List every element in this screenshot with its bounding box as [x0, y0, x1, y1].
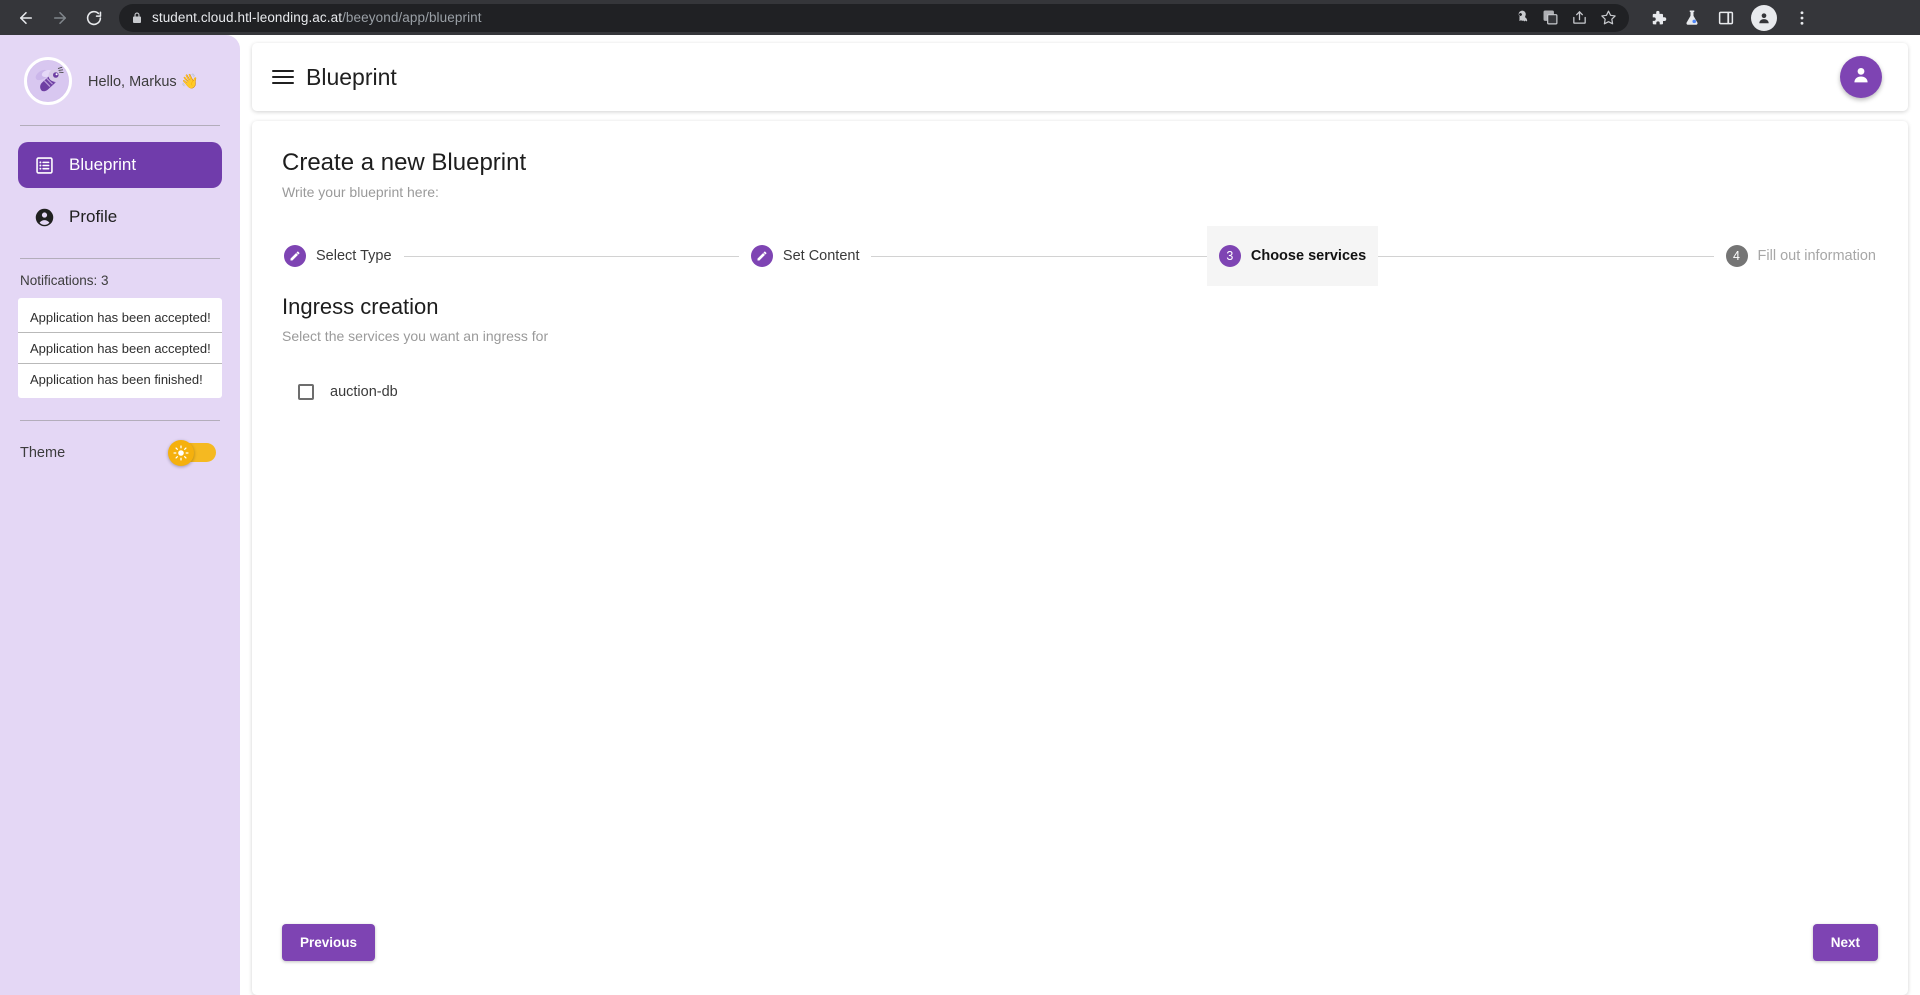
app-title: Blueprint [306, 63, 397, 90]
more-menu-icon[interactable] [1793, 9, 1811, 27]
sidebar-divider-top [20, 125, 220, 126]
app-topbar: Blueprint [252, 43, 1908, 111]
bookmark-star-icon[interactable] [1600, 9, 1617, 26]
theme-toggle[interactable] [168, 439, 216, 466]
edit-pencil-icon [284, 245, 306, 267]
wizard-footer: Previous Next [252, 924, 1908, 995]
app-root: Hello, Markus 👋 Blueprint Profile Notifi… [0, 35, 1920, 995]
greeting-text: Hello, Markus 👋 [88, 73, 199, 90]
page-subtitle: Write your blueprint here: [282, 184, 439, 200]
url-domain: student.cloud.htl-leonding.ac.at [152, 10, 343, 25]
step-label: Select Type [316, 248, 392, 264]
address-bar[interactable]: student.cloud.htl-leonding.ac.at/beeyond… [119, 3, 1629, 32]
page-title: Create a new Blueprint [282, 149, 527, 176]
step-choose-services[interactable]: 3 Choose services [1206, 226, 1379, 286]
step-connector [1378, 255, 1714, 257]
browser-toolbar: student.cloud.htl-leonding.ac.at/beeyond… [0, 0, 1920, 35]
browser-extensions-area [1649, 4, 1811, 31]
account-circle-icon [34, 207, 55, 228]
previous-button[interactable]: Previous [282, 924, 376, 961]
ingress-creation-panel: Ingress creation Select the services you… [252, 286, 1908, 924]
hamburger-menu-icon[interactable] [272, 70, 294, 84]
wizard-stepper: Select Type Set Content 3 Choose service… [252, 226, 1908, 286]
step-label: Set Content [782, 248, 860, 264]
panel-title: Ingress creation [282, 294, 439, 319]
list-alt-icon [34, 155, 55, 176]
translate-icon[interactable] [1542, 9, 1559, 26]
share-icon[interactable] [1571, 9, 1588, 26]
blueprint-wizard-card: Create a new Blueprint Write your bluepr… [252, 121, 1908, 995]
sidebar-divider-bottom [20, 420, 220, 421]
omnibox-actions [1513, 9, 1617, 26]
notification-item[interactable]: Application has been accepted! [18, 302, 222, 333]
sun-icon [173, 444, 189, 461]
sidebar-item-profile[interactable]: Profile [18, 194, 222, 240]
labs-flask-icon[interactable] [1683, 9, 1701, 27]
panel-subtitle: Select the services you want an ingress … [282, 328, 549, 344]
arrow-left-icon [17, 9, 35, 27]
edit-pencil-icon [750, 245, 773, 267]
service-label: auction-db [330, 384, 398, 400]
theme-toggle-knob [168, 439, 194, 466]
bee-avatar [24, 57, 72, 105]
wizard-header: Create a new Blueprint Write your bluepr… [252, 149, 1908, 200]
sidebar-divider-mid [20, 258, 220, 259]
sidebar-item-blueprint[interactable]: Blueprint [18, 142, 222, 188]
sidebar-item-label: Profile [69, 207, 118, 226]
url-path: /beeyond/app/blueprint [342, 10, 482, 25]
notification-item[interactable]: Application has been accepted! [18, 333, 222, 364]
reload-icon [85, 9, 103, 27]
lock-icon [131, 12, 143, 24]
step-set-content[interactable]: Set Content [739, 226, 872, 286]
step-select-type[interactable]: Select Type [272, 226, 404, 286]
theme-setting-row: Theme [18, 421, 222, 466]
back-button[interactable] [10, 2, 42, 34]
service-list: auction-db [282, 378, 1878, 406]
notifications-count: Notifications: 3 [20, 273, 109, 288]
sidebar-item-label: Blueprint [69, 155, 137, 174]
url-text: student.cloud.htl-leonding.ac.at/beeyond… [152, 10, 482, 25]
user-avatar-button[interactable] [1840, 56, 1882, 98]
sidebar-nav: Blueprint Profile [18, 126, 222, 258]
step-label: Fill out information [1757, 248, 1876, 264]
theme-label: Theme [20, 444, 66, 461]
side-panel-icon[interactable] [1717, 9, 1735, 27]
next-button[interactable]: Next [1812, 924, 1878, 961]
password-key-icon[interactable] [1513, 9, 1530, 26]
notifications-list: Application has been accepted! Applicati… [18, 298, 222, 398]
step-fill-out-information[interactable]: 4 Fill out information [1714, 226, 1888, 286]
bee-avatar-icon [28, 61, 68, 101]
sidebar-user: Hello, Markus 👋 [18, 35, 222, 125]
main-area: Blueprint Create a new Blueprint Write y… [240, 35, 1920, 995]
step-number-badge: 3 [1218, 245, 1241, 267]
forward-button[interactable] [44, 2, 76, 34]
service-row-auction-db[interactable]: auction-db [282, 378, 1878, 406]
step-connector [403, 255, 739, 257]
step-label: Choose services [1250, 248, 1367, 264]
person-icon [1850, 64, 1872, 91]
step-number-badge: 4 [1725, 245, 1748, 267]
notifications-section: Notifications: 3 Application has been ac… [18, 259, 222, 398]
sidebar: Hello, Markus 👋 Blueprint Profile Notifi… [0, 35, 240, 995]
browser-profile-avatar[interactable] [1751, 4, 1777, 31]
arrow-right-icon [51, 9, 69, 27]
step-connector [871, 255, 1207, 257]
service-checkbox[interactable] [298, 384, 314, 400]
reload-button[interactable] [78, 2, 110, 34]
extensions-puzzle-icon[interactable] [1649, 9, 1667, 27]
notification-item[interactable]: Application has been finished! [18, 364, 222, 394]
